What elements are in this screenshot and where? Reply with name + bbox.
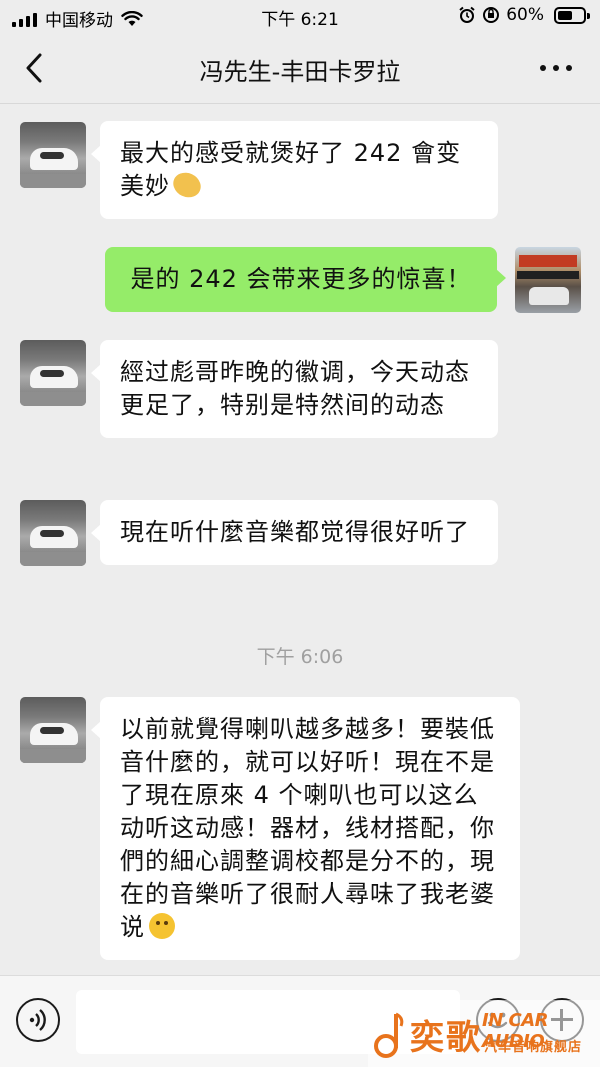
contact-avatar[interactable] <box>20 122 86 188</box>
orientation-lock-icon <box>483 7 500 23</box>
battery-fill <box>558 10 572 20</box>
message-timestamp: 下午 6:06 <box>256 646 344 668</box>
watermark-brand: 奕歌 <box>410 1018 482 1058</box>
contact-avatar[interactable] <box>20 697 86 763</box>
message-list[interactable]: 最大的感受就煲好了 242 會变美妙 是的 242 会带来更多的惊喜！ 經过彪哥… <box>0 105 600 975</box>
chat-header: 冯先生-丰田卡罗拉 <box>0 32 600 104</box>
voice-input-button[interactable] <box>16 998 60 1042</box>
message-bubble-outgoing[interactable]: 是的 242 会带来更多的惊喜！ <box>105 247 506 312</box>
message-text: 是的 242 会带来更多的惊喜！ <box>130 265 472 293</box>
watermark-subtitle: 汽车音响旗舰店 <box>484 1040 583 1055</box>
user-avatar[interactable] <box>515 247 581 313</box>
more-dot-icon <box>566 65 572 71</box>
message-text: 以前就覺得喇叭越多越多！要裝低音什麼的，就可以好听！現在不是了現在原來 4 个喇… <box>120 715 495 941</box>
more-dot-icon <box>553 65 559 71</box>
chat-title: 冯先生-丰田卡罗拉 <box>199 58 401 86</box>
alarm-icon <box>459 6 475 23</box>
battery-percent: 60% <box>506 5 544 25</box>
thinking-face-icon <box>149 913 175 939</box>
message-bubble-incoming[interactable]: 經过彪哥昨晚的徽调，今天动态更足了，特别是特然间的动态 <box>91 340 498 438</box>
message-bubble-incoming[interactable]: 現在听什麼音樂都觉得很好听了 <box>91 500 498 565</box>
status-bar: 中国移动 下午 6:21 60% <box>0 0 600 32</box>
message-text: 現在听什麼音樂都觉得很好听了 <box>120 518 470 546</box>
battery-icon <box>554 6 590 24</box>
message-bubble-incoming[interactable]: 最大的感受就煲好了 242 會变美妙 <box>91 121 498 219</box>
voice-icon <box>29 1009 46 1031</box>
status-bar-right: 60% <box>458 5 590 25</box>
more-options-button[interactable] <box>540 56 574 80</box>
brand-logo-icon <box>374 1012 404 1058</box>
message-text: 經过彪哥昨晚的徽调，今天动态更足了，特别是特然间的动态 <box>120 358 470 419</box>
message-text: 最大的感受就煲好了 242 會变美妙 <box>120 139 462 200</box>
more-dot-icon <box>540 65 546 71</box>
contact-avatar[interactable] <box>20 500 86 566</box>
hand-icon <box>170 168 204 202</box>
brand-watermark: 奕歌 IN CAR AUDIO 汽车音响旗舰店 <box>368 1000 600 1067</box>
message-bubble-incoming[interactable]: 以前就覺得喇叭越多越多！要裝低音什麼的，就可以好听！現在不是了現在原來 4 个喇… <box>91 697 520 960</box>
contact-avatar[interactable] <box>20 340 86 406</box>
